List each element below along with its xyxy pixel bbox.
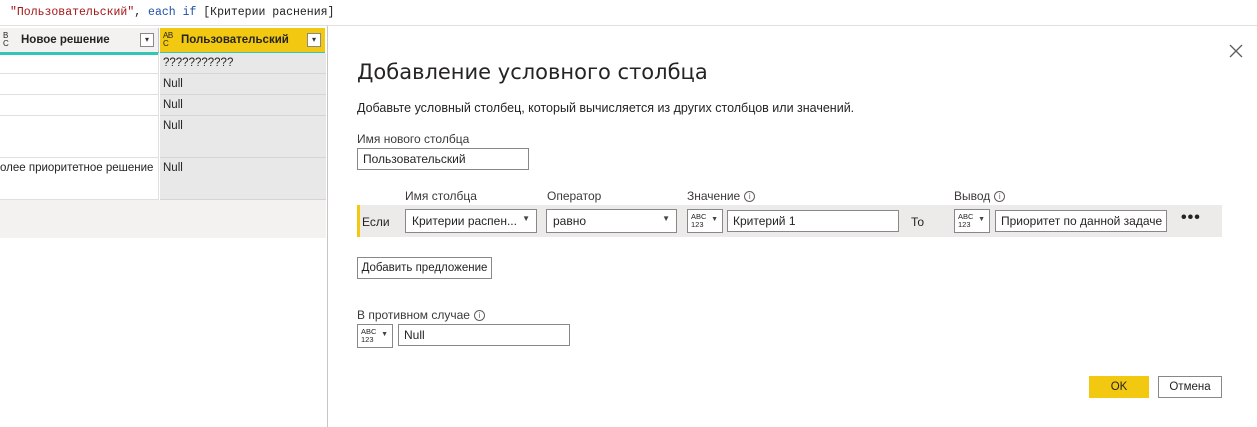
table-cell[interactable] bbox=[0, 53, 159, 74]
column-header-custom[interactable]: AB C Пользовательский ▾ bbox=[160, 28, 325, 52]
chevron-down-icon: ▼ bbox=[381, 331, 388, 338]
text-type-icon[interactable]: BC bbox=[3, 32, 17, 48]
value-input[interactable]: Критерий 1 bbox=[727, 210, 899, 232]
value-header-text: Значение bbox=[687, 189, 741, 203]
table-row[interactable]: Null bbox=[0, 74, 326, 95]
operator-value: равно bbox=[553, 214, 587, 228]
type-badge-top-letter: B bbox=[167, 31, 173, 40]
grid-header: BC Новое решение ▾ AB C Пользовательский … bbox=[0, 28, 326, 55]
table-cell[interactable] bbox=[0, 116, 159, 158]
table-cell[interactable]: Null bbox=[160, 116, 326, 158]
any-type-icon: ABC 123 bbox=[958, 212, 974, 229]
column-header-label: Пользовательский bbox=[181, 34, 289, 46]
grid-footer-area bbox=[0, 200, 326, 238]
column-header-new-decision[interactable]: BC Новое решение ▾ bbox=[0, 28, 159, 52]
table-cell[interactable]: Null bbox=[160, 158, 326, 200]
data-grid: BC Новое решение ▾ AB C Пользовательский … bbox=[0, 26, 328, 427]
add-clause-button[interactable]: Добавить предложение bbox=[357, 257, 492, 279]
chevron-down-icon: ▼ bbox=[522, 214, 530, 223]
else-label-text: В противном случае bbox=[357, 308, 470, 322]
ok-button[interactable]: OK bbox=[1089, 376, 1149, 398]
table-row[interactable]: Null bbox=[0, 95, 326, 116]
info-icon[interactable]: i bbox=[994, 191, 1006, 202]
formula-keyword-each: each bbox=[148, 6, 176, 19]
new-column-name-label: Имя нового столбца bbox=[357, 132, 470, 146]
formula-text[interactable]: "Пользовательский", each if [Критерии ра… bbox=[10, 6, 334, 19]
output-header-text: Вывод bbox=[954, 189, 991, 203]
close-icon[interactable] bbox=[1227, 42, 1245, 60]
filter-dropdown-icon[interactable]: ▾ bbox=[307, 33, 321, 47]
formula-bar[interactable]: "Пользовательский", each if [Критерии ра… bbox=[0, 0, 1257, 26]
table-row[interactable]: ??????????? bbox=[0, 53, 326, 74]
formula-space bbox=[176, 6, 183, 19]
table-cell[interactable] bbox=[0, 95, 159, 116]
chevron-down-icon: ▼ bbox=[662, 214, 670, 223]
value-header: Значение i bbox=[687, 189, 756, 203]
info-icon[interactable]: i bbox=[744, 191, 756, 202]
type-badge-bottom: C bbox=[163, 39, 169, 48]
dialog-title: Добавление условного столбца bbox=[357, 60, 708, 84]
info-icon[interactable]: i bbox=[473, 310, 485, 321]
any-type-icon: ABC 123 bbox=[361, 327, 377, 344]
column-name-select[interactable]: Критерии распен... ▼ bbox=[405, 209, 537, 233]
table-cell[interactable]: Null bbox=[160, 74, 326, 95]
if-label: Если bbox=[362, 215, 390, 229]
table-row[interactable]: олее приоритетное решение Null bbox=[0, 158, 326, 200]
then-label: То bbox=[911, 215, 925, 229]
table-cell[interactable] bbox=[0, 74, 159, 95]
table-row[interactable]: Null bbox=[0, 116, 326, 158]
formula-keyword-if: if bbox=[182, 6, 197, 19]
else-value-input[interactable]: Null bbox=[398, 324, 570, 346]
value-type-select[interactable]: ABC 123 ▼ bbox=[687, 209, 723, 233]
rule-selected-indicator bbox=[357, 205, 360, 237]
column-header-label: Новое решение bbox=[21, 34, 110, 46]
text-type-icon[interactable]: AB C bbox=[163, 32, 177, 48]
dialog-subtitle: Добавьте условный столбец, который вычис… bbox=[357, 101, 855, 115]
formula-column-ref: [Критерии раснения] bbox=[196, 6, 335, 19]
power-query-window: "Пользовательский", each if [Критерии ра… bbox=[0, 0, 1257, 427]
operator-header: Оператор bbox=[547, 189, 602, 203]
column-name-value: Критерии распен... bbox=[412, 214, 517, 228]
output-type-select[interactable]: ABC 123 ▼ bbox=[954, 209, 990, 233]
operator-select[interactable]: равно ▼ bbox=[546, 209, 677, 233]
cancel-button[interactable]: Отмена bbox=[1158, 376, 1222, 398]
formula-separator: , bbox=[134, 6, 149, 19]
else-type-select[interactable]: ABC 123 ▼ bbox=[357, 324, 393, 348]
chevron-down-icon: ▼ bbox=[711, 216, 718, 223]
any-type-icon: ABC 123 bbox=[691, 212, 707, 229]
table-cell[interactable]: Null bbox=[160, 95, 326, 116]
else-label: В противном случае i bbox=[357, 308, 485, 322]
chevron-down-icon: ▼ bbox=[978, 216, 985, 223]
new-column-name-input[interactable]: Пользовательский bbox=[357, 148, 529, 170]
more-options-icon[interactable]: ••• bbox=[1181, 210, 1201, 226]
formula-string: "Пользовательский" bbox=[10, 6, 135, 19]
table-cell[interactable]: ??????????? bbox=[160, 53, 326, 74]
filter-dropdown-icon[interactable]: ▾ bbox=[140, 33, 154, 47]
table-cell[interactable]: олее приоритетное решение bbox=[0, 158, 159, 200]
output-header: Вывод i bbox=[954, 189, 1006, 203]
column-name-header: Имя столбца bbox=[405, 189, 477, 203]
output-input[interactable]: Приоритет по данной задаче bbox=[995, 210, 1167, 232]
type-badge-bottom: C bbox=[3, 39, 9, 48]
